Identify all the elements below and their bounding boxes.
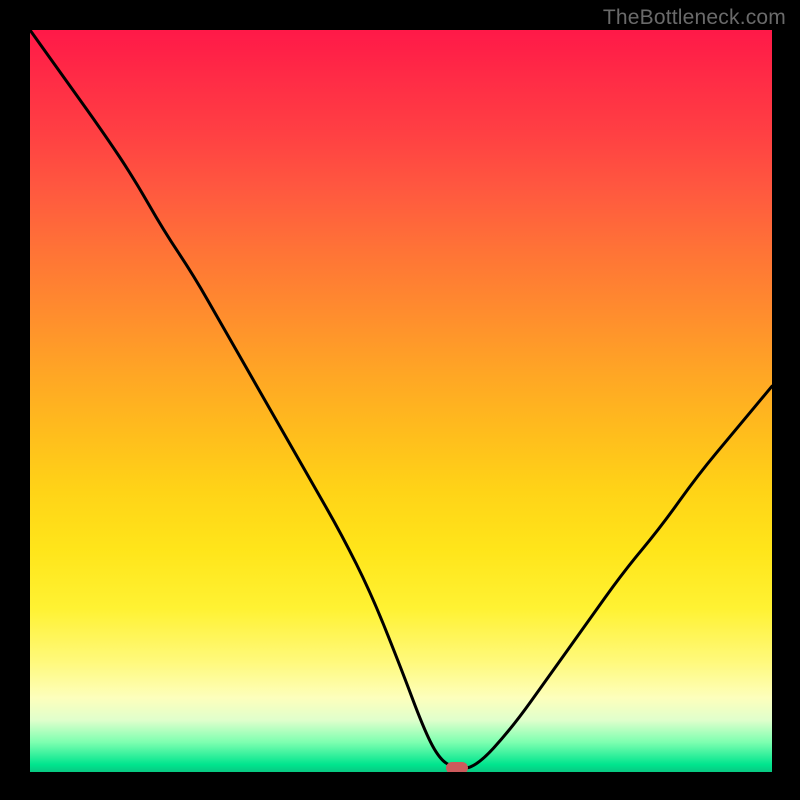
watermark-text: TheBottleneck.com: [603, 6, 786, 30]
bottleneck-curve: [30, 30, 772, 768]
curve-svg: [30, 30, 772, 772]
minimum-marker: [446, 762, 468, 772]
chart-frame: TheBottleneck.com: [0, 0, 800, 800]
plot-area: [30, 30, 772, 772]
